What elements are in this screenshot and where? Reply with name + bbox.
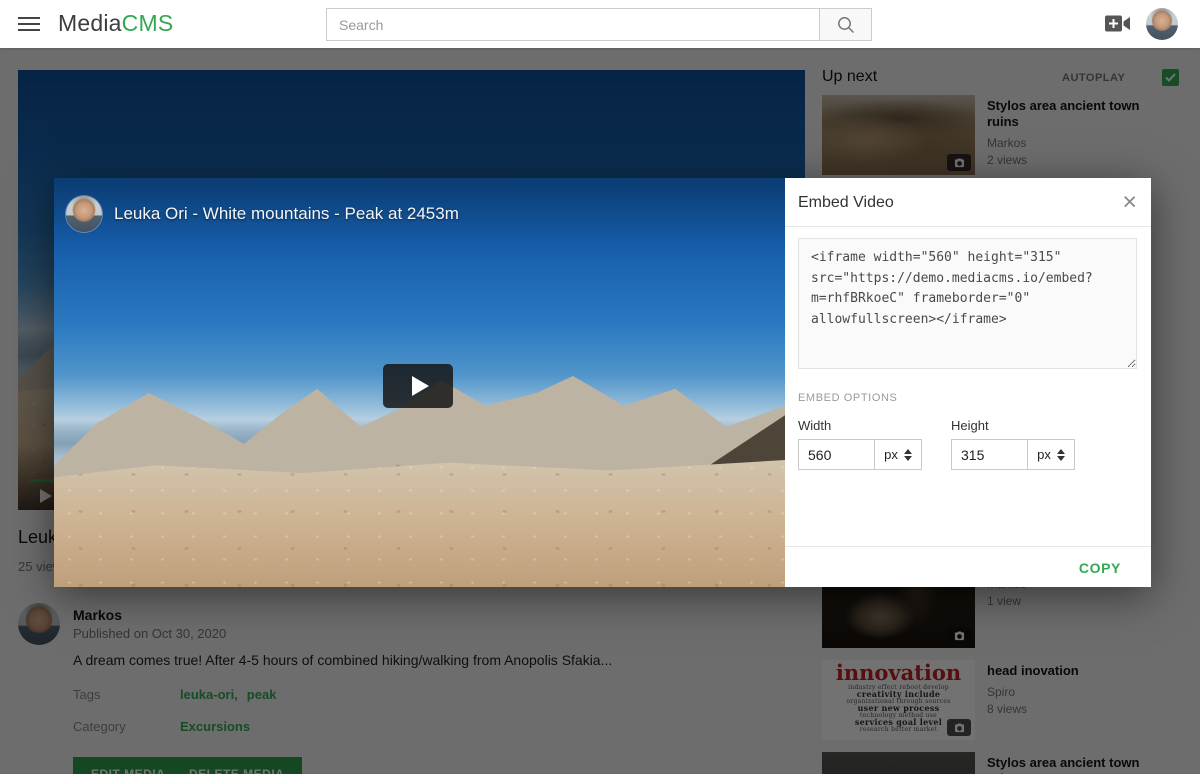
preview-video-title: Leuka Ori - White mountains - Peak at 24… bbox=[114, 204, 459, 224]
embed-preview-player[interactable]: Leuka Ori - White mountains - Peak at 24… bbox=[54, 178, 785, 587]
embed-options-panel: Embed Video × <iframe width="560" height… bbox=[785, 178, 1151, 587]
height-unit-value: px bbox=[1037, 447, 1051, 462]
preview-author-avatar[interactable] bbox=[66, 196, 102, 232]
preview-play-button[interactable] bbox=[383, 364, 453, 408]
height-input[interactable] bbox=[951, 439, 1029, 470]
modal-title: Embed Video bbox=[798, 194, 894, 212]
user-avatar[interactable] bbox=[1146, 8, 1178, 40]
mediacms-logo[interactable]: MediaCMS bbox=[58, 10, 173, 37]
modal-header: Embed Video × bbox=[785, 178, 1151, 227]
play-icon bbox=[412, 376, 429, 396]
search-icon bbox=[836, 15, 856, 35]
embed-options-heading: EMBED OPTIONS bbox=[798, 392, 897, 404]
stepper-arrows-icon bbox=[904, 449, 912, 461]
menu-icon[interactable] bbox=[18, 15, 40, 33]
copy-button[interactable]: COPY bbox=[1079, 560, 1121, 576]
upload-media-button[interactable] bbox=[1104, 13, 1134, 35]
search-button[interactable] bbox=[819, 8, 872, 41]
embed-video-modal: Leuka Ori - White mountains - Peak at 24… bbox=[54, 178, 1151, 587]
modal-footer: COPY bbox=[785, 546, 1151, 587]
stepper-arrows-icon bbox=[1057, 449, 1065, 461]
embed-code-textarea[interactable]: <iframe width="560" height="315" src="ht… bbox=[798, 238, 1137, 369]
width-unit-value: px bbox=[884, 447, 898, 462]
width-label: Width bbox=[798, 418, 831, 433]
mediacms-video-page: Leuka Ori - White mountains - Peak at 24… bbox=[0, 0, 1200, 774]
search-input[interactable] bbox=[326, 8, 820, 41]
search-bar bbox=[326, 8, 872, 41]
width-input[interactable] bbox=[798, 439, 876, 470]
height-unit-select[interactable]: px bbox=[1027, 439, 1075, 470]
logo-text-cms: CMS bbox=[122, 10, 174, 36]
video-upload-icon bbox=[1104, 13, 1131, 34]
close-icon[interactable]: × bbox=[1122, 187, 1137, 217]
height-label: Height bbox=[951, 418, 989, 433]
logo-text-media: Media bbox=[58, 10, 122, 36]
top-app-bar: MediaCMS bbox=[0, 0, 1200, 48]
width-unit-select[interactable]: px bbox=[874, 439, 922, 470]
